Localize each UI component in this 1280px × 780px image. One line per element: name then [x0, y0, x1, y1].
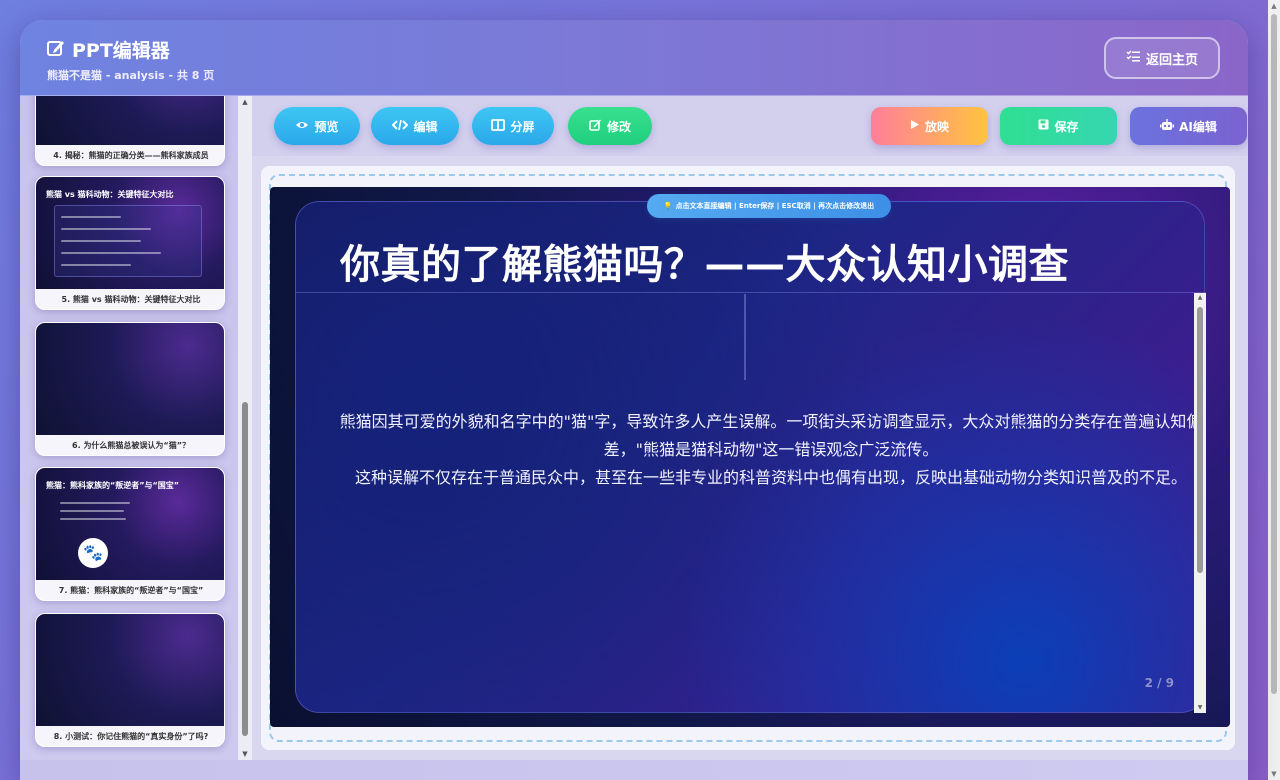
- thumbnail-table: [54, 205, 202, 277]
- play-button[interactable]: 放映: [871, 107, 988, 145]
- eye-icon: [295, 119, 309, 133]
- page-scrollbar-thumb[interactable]: [1271, 14, 1277, 694]
- scroll-down-arrow-icon[interactable]: ▼: [1268, 768, 1280, 780]
- slide-thumbnail-5[interactable]: 熊猫 vs 猫科动物：关键特征大对比 5. 熊猫 vs 猫科动物：关键特征大对比: [35, 176, 225, 310]
- save-icon: [1038, 119, 1049, 133]
- back-home-label: 返回主页: [1145, 52, 1198, 68]
- paw-icon[interactable]: 🐾: [78, 538, 108, 568]
- slide-body-text[interactable]: 熊猫因其可爱的外貌和名字中的"猫"字，导致许多人产生误解。一项街头采访调查显示，…: [336, 408, 1206, 492]
- thumbnail-preview: 熊猫：熊科家族的“叛逆者”与“国宝” 🐾: [36, 468, 224, 580]
- document-subtitle: 熊猫不是猫 - analysis - 共 8 页: [47, 69, 215, 82]
- split-view-button[interactable]: 分屏: [472, 107, 554, 145]
- edit-icon: [46, 38, 66, 62]
- header: PPT编辑器 熊猫不是猫 - analysis - 共 8 页 返回主页: [20, 20, 1248, 96]
- thumbnail-preview: [36, 96, 224, 145]
- scroll-up-arrow-icon[interactable]: ▲: [1268, 0, 1280, 12]
- toolbar: 预览 编辑 分屏 修改 放映 保存 AI编辑: [252, 96, 1248, 156]
- slide-page-number: 2 / 9: [1144, 676, 1174, 690]
- column-divider: [744, 294, 746, 380]
- edit-icon: [589, 118, 602, 134]
- thumbnail-caption: 7. 熊猫：熊科家族的“叛逆者”与“国宝”: [58, 586, 204, 595]
- edit-hint-badge: 💡 点击文本直接编辑 | Enter保存 | ESC取消 | 再次点击修改退出: [647, 194, 891, 218]
- slide-thumbnail-8[interactable]: 8. 小测试：你记住熊猫的“真实身份”了吗?: [35, 613, 225, 747]
- modify-button[interactable]: 修改: [568, 107, 652, 145]
- code-icon: [392, 119, 409, 134]
- ai-edit-button[interactable]: AI编辑: [1130, 107, 1247, 145]
- checklist-icon: [1126, 50, 1140, 66]
- thumbnail-caption: 8. 小测试：你记住熊猫的“真实身份”了吗?: [53, 732, 209, 741]
- slide-content-card: 你真的了解熊猫吗？——大众认知小调查 熊猫因其可爱的外貌和名字中的"猫"字，导致…: [295, 201, 1206, 713]
- slide-scrollbar[interactable]: ▲ ▼: [1194, 293, 1206, 713]
- edit-code-label: 编辑: [413, 119, 438, 134]
- robot-icon: [1160, 118, 1175, 134]
- ai-edit-label: AI编辑: [1179, 119, 1217, 134]
- modify-label: 修改: [606, 119, 631, 134]
- preview-button[interactable]: 预览: [274, 107, 360, 145]
- sidebar-scrollbar-thumb[interactable]: [242, 402, 248, 736]
- preview-label: 预览: [314, 119, 339, 134]
- scroll-up-arrow-icon[interactable]: ▲: [1194, 293, 1206, 303]
- sidebar-scrollbar[interactable]: ▲ ▼: [238, 96, 252, 760]
- lightbulb-icon: 💡: [663, 202, 673, 210]
- save-label: 保存: [1054, 119, 1079, 134]
- scroll-down-arrow-icon[interactable]: ▼: [1194, 703, 1206, 713]
- thumbnail-mini-title: 熊猫 vs 猫科动物：关键特征大对比: [46, 190, 174, 199]
- thumbnail-preview: [36, 614, 224, 726]
- slide-title[interactable]: 你真的了解熊猫吗？——大众认知小调查: [340, 232, 1069, 290]
- slide-thumbnail-4[interactable]: 4. 揭秘：熊猫的正确分类——熊科家族成员: [35, 96, 225, 166]
- slide-editor-area: 你真的了解熊猫吗？——大众认知小调查 熊猫因其可爱的外貌和名字中的"猫"字，导致…: [261, 166, 1235, 750]
- title-divider: [296, 292, 1206, 293]
- edit-code-button[interactable]: 编辑: [371, 107, 459, 145]
- split-view-label: 分屏: [510, 119, 535, 134]
- columns-icon: [491, 118, 506, 134]
- slide-scrollbar-thumb[interactable]: [1197, 307, 1203, 573]
- scroll-up-arrow-icon[interactable]: ▲: [238, 96, 252, 108]
- thumbnail-caption: 4. 揭秘：熊猫的正确分类——熊科家族成员: [53, 151, 209, 160]
- ppt-editor-window: PPT编辑器 熊猫不是猫 - analysis - 共 8 页 返回主页 4. …: [20, 20, 1248, 780]
- footer-strip: [20, 760, 1248, 780]
- play-label: 放映: [924, 119, 949, 134]
- edit-hint-text: 点击文本直接编辑 | Enter保存 | ESC取消 | 再次点击修改退出: [675, 202, 875, 210]
- title-row: PPT编辑器: [46, 36, 170, 63]
- scroll-down-arrow-icon[interactable]: ▼: [238, 748, 252, 760]
- app-title: PPT编辑器: [72, 40, 170, 62]
- thumbnail-mini-title: 熊猫：熊科家族的“叛逆者”与“国宝”: [46, 481, 180, 490]
- thumbnail-preview: 熊猫 vs 猫科动物：关键特征大对比: [36, 177, 224, 289]
- back-home-button[interactable]: 返回主页: [1104, 37, 1220, 79]
- thumbnail-caption: 6. 为什么熊猫总被误认为“猫”？: [72, 441, 190, 450]
- save-button[interactable]: 保存: [1000, 107, 1117, 145]
- body-paragraph[interactable]: 这种误解不仅存在于普通民众中，甚至在一些非专业的科普资料中也偶有出现，反映出基础…: [336, 464, 1206, 492]
- slide-thumbnail-sidebar: 4. 揭秘：熊猫的正确分类——熊科家族成员 熊猫 vs 猫科动物：关键特征大对比…: [20, 96, 252, 760]
- thumbnail-caption: 5. 熊猫 vs 猫科动物：关键特征大对比: [61, 295, 201, 304]
- page-scrollbar[interactable]: ▲ ▼: [1268, 0, 1280, 780]
- slide-thumbnail-6[interactable]: 6. 为什么熊猫总被误认为“猫”？: [35, 322, 225, 456]
- play-icon: [910, 119, 920, 133]
- slide-canvas[interactable]: 你真的了解熊猫吗？——大众认知小调查 熊猫因其可爱的外貌和名字中的"猫"字，导致…: [270, 187, 1230, 727]
- slide-thumbnail-7[interactable]: 熊猫：熊科家族的“叛逆者”与“国宝” 🐾 7. 熊猫：熊科家族的“叛逆者”与“国…: [35, 467, 225, 601]
- body-paragraph[interactable]: 熊猫因其可爱的外貌和名字中的"猫"字，导致许多人产生误解。一项街头采访调查显示，…: [336, 408, 1206, 464]
- thumbnail-preview: [36, 323, 224, 435]
